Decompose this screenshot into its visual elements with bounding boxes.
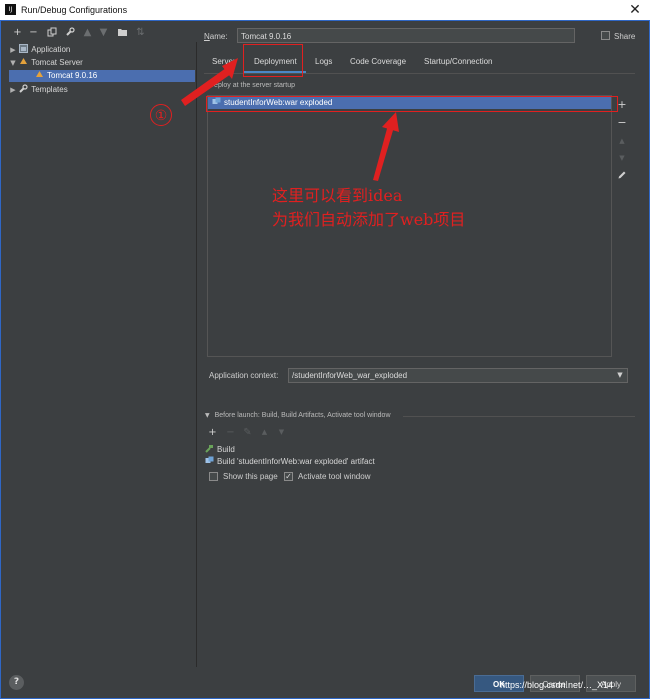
annotation-arrowhead-deploy (382, 112, 399, 132)
annotation-arrow-deploy (373, 125, 394, 181)
annotation-text-line2: 为我们自动添加了web项目 (272, 210, 466, 229)
annotation-arrows (181, 58, 399, 181)
annotation-text-line1: 这里可以看到idea (272, 186, 403, 205)
annotation-arrow-tab (181, 68, 231, 106)
